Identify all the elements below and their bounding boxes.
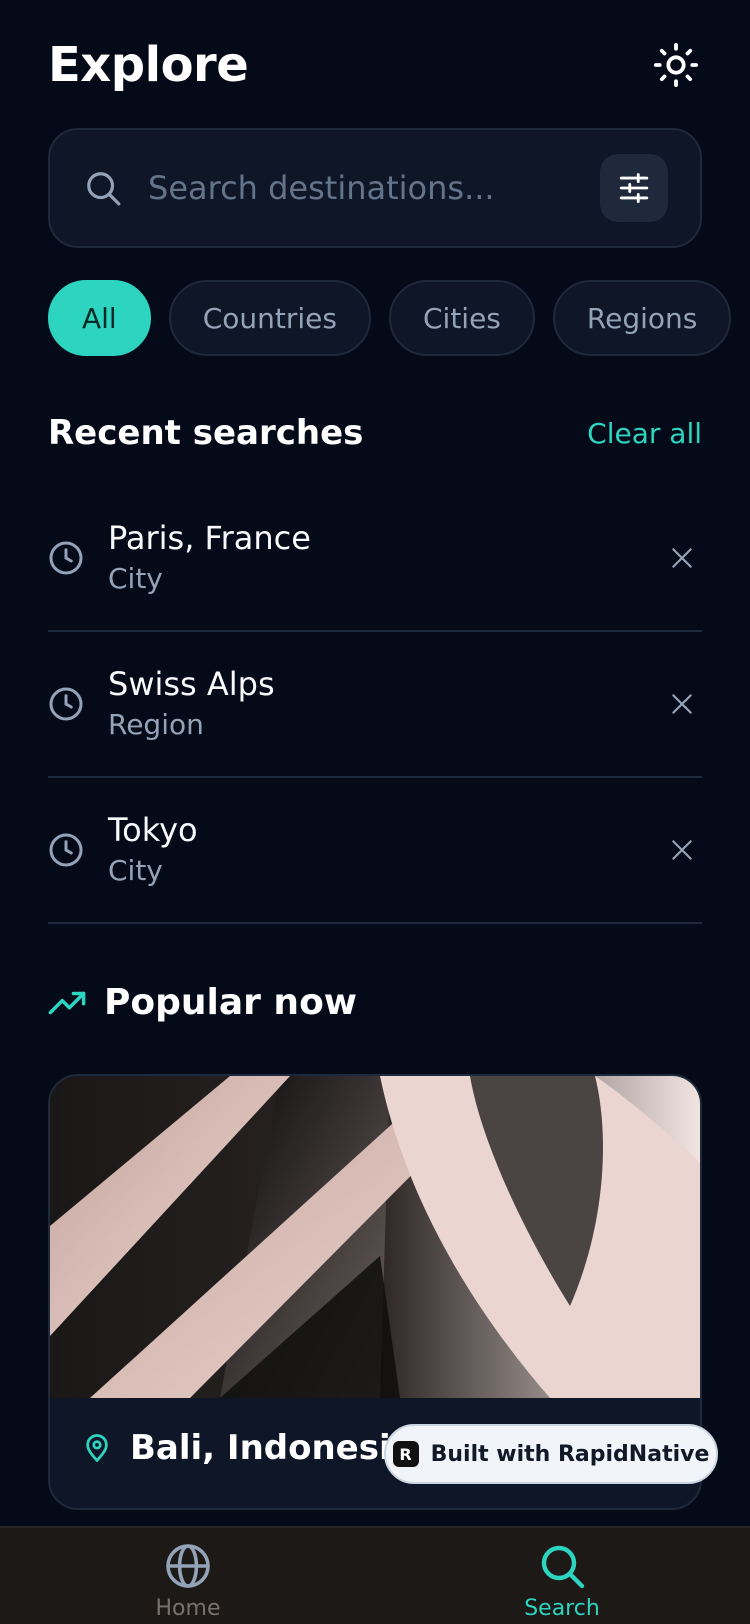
recent-item-type: Region	[108, 708, 204, 741]
list-item[interactable]: Tokyo City	[48, 778, 702, 924]
map-pin-icon	[86, 1434, 108, 1462]
built-with-badge[interactable]: R Built with RapidNative	[384, 1424, 718, 1484]
filter-chips: All Countries Cities Regions	[48, 280, 732, 356]
theme-toggle-button[interactable]	[650, 39, 702, 91]
chip-countries[interactable]: Countries	[168, 280, 371, 356]
recent-item-type: City	[108, 854, 163, 887]
clock-icon	[49, 687, 83, 721]
chip-cities[interactable]: Cities	[388, 280, 535, 356]
sliders-icon	[619, 173, 649, 203]
recent-item-type: City	[108, 562, 163, 595]
recent-searches-title: Recent searches	[48, 413, 364, 453]
page-title: Explore	[48, 37, 249, 93]
list-item[interactable]: Paris, France City	[48, 486, 702, 632]
clock-icon	[49, 541, 83, 575]
badge-label: Built with RapidNative	[430, 1441, 710, 1467]
popular-now-title: Popular now	[104, 982, 358, 1023]
bottom-nav: Home Search	[0, 1526, 750, 1624]
search-bar	[48, 128, 702, 248]
globe-icon	[166, 1544, 210, 1588]
destination-image	[50, 1076, 700, 1398]
destination-title: Bali, Indonesia	[130, 1428, 414, 1468]
popular-now-header: Popular now	[48, 982, 357, 1023]
recent-item-name: Swiss Alps	[108, 665, 275, 703]
sun-icon	[653, 42, 699, 88]
nav-label-search: Search	[524, 1596, 600, 1621]
filter-button[interactable]	[600, 154, 668, 222]
nav-label-home: Home	[155, 1596, 221, 1621]
close-icon	[672, 840, 692, 860]
nav-item-home[interactable]: Home	[108, 1542, 268, 1621]
clear-all-button[interactable]: Clear all	[587, 417, 702, 450]
close-icon	[672, 548, 692, 568]
recent-searches-header: Recent searches Clear all	[48, 400, 702, 466]
header: Explore	[48, 30, 702, 100]
chip-regions[interactable]: Regions	[552, 280, 732, 356]
recent-item-name: Paris, France	[108, 519, 311, 557]
search-icon	[87, 172, 121, 206]
explore-screen: Explore Search destinations... All Count…	[0, 0, 750, 1624]
rapidnative-logo-icon: R	[392, 1441, 419, 1467]
remove-recent-button[interactable]	[662, 830, 702, 870]
search-icon	[541, 1545, 585, 1589]
recent-searches-list: Paris, France City Swiss Alps Region Tok…	[48, 486, 702, 924]
list-item[interactable]: Swiss Alps Region	[48, 632, 702, 778]
trending-up-icon	[48, 991, 86, 1014]
remove-recent-button[interactable]	[662, 538, 702, 578]
chip-all[interactable]: All	[48, 280, 151, 356]
clock-icon	[49, 833, 83, 867]
search-input[interactable]	[146, 168, 600, 208]
remove-recent-button[interactable]	[662, 684, 702, 724]
recent-item-name: Tokyo	[108, 811, 198, 849]
close-icon	[672, 694, 692, 714]
nav-item-search[interactable]: Search	[482, 1542, 642, 1621]
